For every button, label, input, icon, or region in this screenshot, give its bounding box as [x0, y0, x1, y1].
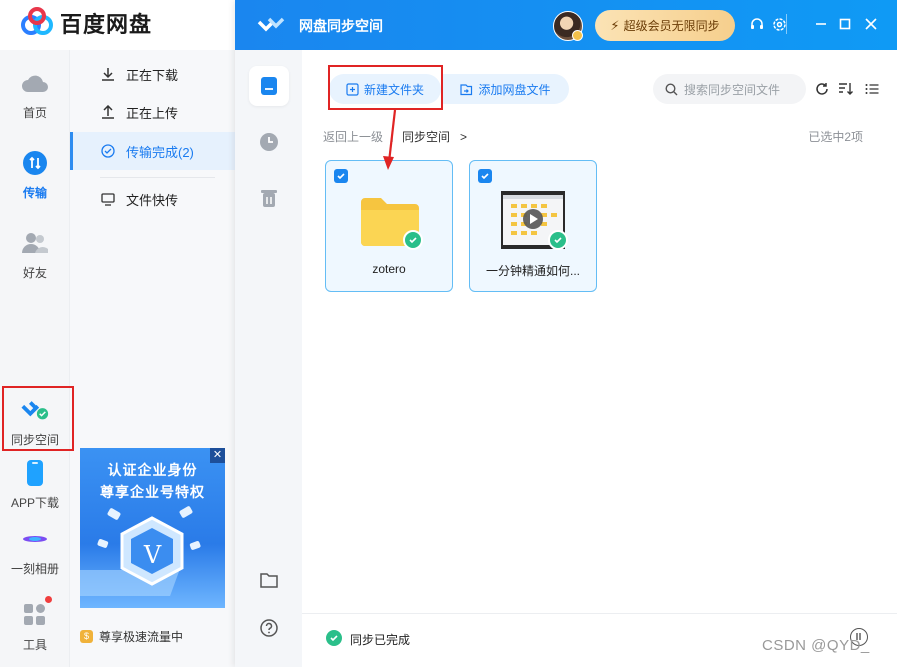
- vip-upgrade-button[interactable]: ⚡ 超级会员无限同步: [595, 10, 735, 41]
- title-bar: 网盘同步空间 ⚡ 超级会员无限同步: [235, 0, 897, 50]
- ad-line-1: 认证企业身份: [107, 462, 198, 478]
- file-name: zotero: [372, 262, 406, 276]
- promo-bar[interactable]: $ 尊享极速流量中: [80, 628, 183, 645]
- tools-icon: [20, 596, 52, 630]
- download-icon: [100, 66, 116, 82]
- watermark: CSDN @QYD_: [762, 637, 870, 654]
- file-name: 一分钟精通如何...: [485, 264, 580, 278]
- annotation-highlight-new-folder: [328, 65, 443, 110]
- breadcrumb-back[interactable]: 返回上一级: [323, 128, 383, 145]
- import-file-icon: [459, 83, 473, 96]
- lightning-icon: ⚡: [610, 17, 620, 33]
- tp-item-quick-transfer[interactable]: 文件快传: [70, 180, 235, 218]
- trash-icon: [261, 190, 277, 207]
- refresh-icon[interactable]: [814, 81, 830, 97]
- check-circle-icon: [326, 630, 342, 646]
- checkbox-checked[interactable]: [334, 169, 348, 183]
- ad-line-2: 尊享企业号特权: [100, 484, 205, 500]
- close-icon[interactable]: [861, 14, 881, 34]
- rail-item-home[interactable]: 首页: [0, 68, 70, 121]
- divider: [100, 177, 215, 178]
- search-icon: [665, 82, 678, 96]
- sidebar-item-files[interactable]: [249, 66, 289, 106]
- breadcrumb-current[interactable]: 同步空间: [402, 128, 450, 145]
- notification-dot: [45, 596, 52, 603]
- check-circle-icon: [100, 143, 116, 159]
- help-icon: [260, 619, 278, 637]
- enterprise-badge-letter: V: [143, 541, 162, 569]
- cloud-icon: [20, 68, 50, 98]
- checkbox-checked[interactable]: [478, 169, 492, 183]
- folder-outline-icon: [260, 573, 278, 588]
- minimize-icon[interactable]: [811, 14, 831, 34]
- rail-item-friends[interactable]: 好友: [0, 228, 70, 281]
- vip-badge-icon: [572, 30, 583, 41]
- rail-item-tools[interactable]: 工具: [0, 596, 70, 653]
- phone-icon: [20, 458, 50, 488]
- monitor-icon: [100, 191, 116, 207]
- transfer-icon: [20, 148, 50, 178]
- tp-item-downloading[interactable]: 正在下载: [70, 55, 235, 93]
- file-card-folder[interactable]: zotero: [325, 160, 453, 292]
- window-title: 网盘同步空间: [299, 18, 383, 34]
- app-logo: 百度网盘: [20, 6, 152, 40]
- selected-count: 已选中2项: [808, 130, 863, 144]
- upload-icon: [100, 104, 116, 120]
- left-navigation-rail: 首页 传输 好友 同步空间 APP下载 一刻相册 工具: [0, 50, 70, 667]
- title-divider: [786, 14, 787, 34]
- search-input[interactable]: 搜索同步空间文件: [653, 74, 806, 104]
- promo-text: 尊享极速流量中: [99, 630, 184, 644]
- file-card-video[interactable]: 一分钟精通如何...: [469, 160, 597, 292]
- sidebar-item-trash[interactable]: [249, 178, 289, 218]
- baidu-netdisk-logo-icon: [21, 7, 53, 35]
- app-name: 百度网盘: [60, 12, 153, 37]
- sync-sidebar: [235, 50, 302, 667]
- synced-check-icon: [548, 230, 568, 250]
- clock-icon: [260, 133, 278, 151]
- annotation-arrow-icon: [383, 109, 397, 170]
- search-placeholder: 搜索同步空间文件: [684, 82, 781, 97]
- rail-item-album[interactable]: 一刻相册: [0, 524, 70, 577]
- headset-icon[interactable]: [747, 14, 767, 34]
- open-folder-button[interactable]: [249, 560, 289, 600]
- help-button[interactable]: [249, 608, 289, 648]
- ad-banner[interactable]: 认证企业身份 尊享企业号特权 V ✕: [80, 448, 225, 608]
- album-icon: [20, 524, 50, 554]
- tp-item-completed[interactable]: 传输完成(2): [70, 132, 235, 170]
- tp-item-uploading[interactable]: 正在上传: [70, 93, 235, 131]
- sync-space-logo-icon: [257, 17, 285, 32]
- rail-item-app-download[interactable]: APP下载: [0, 458, 70, 511]
- synced-check-icon: [403, 230, 423, 250]
- rail-item-transfer[interactable]: 传输: [0, 148, 70, 201]
- list-view-icon[interactable]: [864, 81, 880, 97]
- annotation-highlight-sync-space: [2, 386, 74, 451]
- add-netdisk-file-button[interactable]: 添加网盘文件: [441, 74, 569, 104]
- ad-close-button[interactable]: ✕: [210, 448, 225, 463]
- breadcrumb-arrow: >: [460, 129, 468, 144]
- file-icon: [261, 77, 277, 95]
- maximize-icon[interactable]: [835, 14, 855, 34]
- sync-status-text: 同步已完成: [350, 633, 411, 647]
- friends-icon: [20, 228, 50, 258]
- sort-icon[interactable]: [838, 81, 854, 97]
- sidebar-item-history[interactable]: [249, 122, 289, 162]
- coin-icon: $: [80, 630, 93, 643]
